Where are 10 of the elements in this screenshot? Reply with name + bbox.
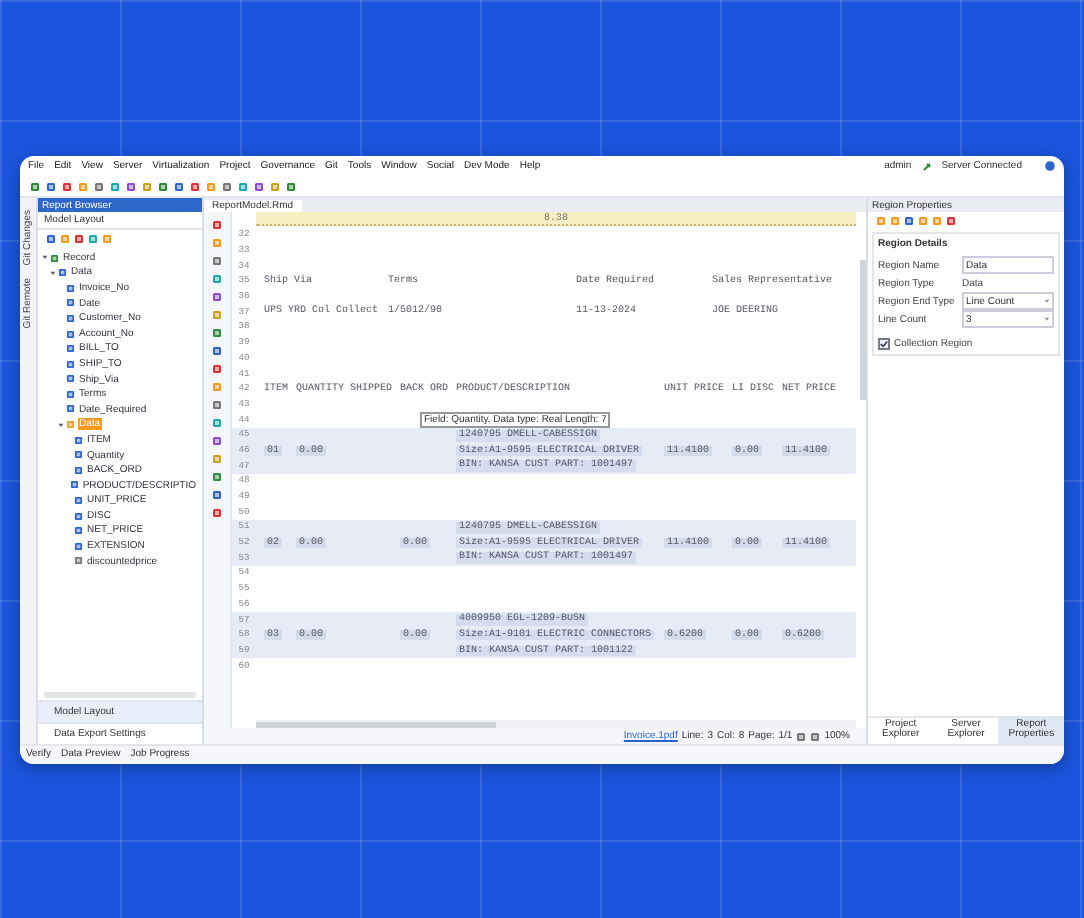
caret-icon[interactable] [1044,298,1050,304]
plug-icon [921,161,932,171]
checkbox[interactable] [878,338,890,350]
globe-icon[interactable] [1044,160,1056,172]
expander-icon[interactable] [42,254,48,261]
scrollbar[interactable] [256,721,496,727]
expander-icon[interactable] [50,269,56,276]
expander-icon[interactable] [58,421,64,428]
caret-icon[interactable] [1044,316,1050,322]
scrollbar[interactable] [860,260,866,400]
